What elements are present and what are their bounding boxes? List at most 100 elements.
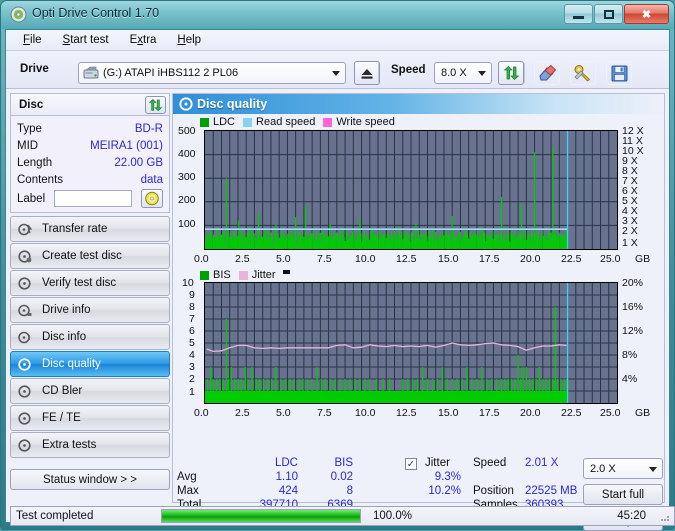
chart-bis-legend: BIS Jitter bbox=[200, 269, 290, 281]
disc-label-input[interactable] bbox=[54, 190, 133, 207]
disc-value-contents: data bbox=[140, 173, 163, 186]
ytick-ldc-200: 200 bbox=[178, 194, 196, 206]
menu-file[interactable]: FFileile bbox=[14, 32, 51, 48]
ytick-bis-4: 4 bbox=[189, 349, 195, 361]
progress-fill bbox=[162, 510, 360, 522]
extra-tests-icon bbox=[18, 438, 38, 452]
sidebar-item-transfer-rate[interactable]: Transfer rate bbox=[10, 216, 170, 242]
tools-button[interactable] bbox=[570, 61, 596, 85]
disc-verify-icon bbox=[18, 276, 38, 290]
status-window-button[interactable]: Status window > > bbox=[10, 469, 170, 490]
sidebar-label: FE / TE bbox=[42, 412, 81, 424]
disc-label-button[interactable] bbox=[140, 189, 163, 208]
stats-bis-max: 8 bbox=[346, 485, 353, 497]
xunit-ldc: GB bbox=[635, 253, 651, 265]
left-panel: Disc Type BD-R MID MEIRA1 (001) Length 2… bbox=[10, 93, 170, 503]
drive-select[interactable]: (G:) ATAPI iHBS112 2 PL06 bbox=[78, 62, 346, 84]
drive-info-icon bbox=[18, 304, 38, 317]
disc-key-label: Label bbox=[17, 192, 46, 205]
status-percent: 100.0% bbox=[373, 510, 413, 522]
disc-row-length: Length 22.00 GB bbox=[17, 154, 163, 171]
stats-col-ldc: LDC bbox=[274, 457, 298, 469]
legend-label-read-speed: Read speed bbox=[256, 116, 316, 128]
legend-swatch-read-speed bbox=[243, 117, 253, 127]
ytick-bis-5: 5 bbox=[189, 337, 195, 349]
sidebar-item-verify-test-disc[interactable]: Verify test disc bbox=[10, 270, 170, 296]
menu-start-test[interactable]: Start test bbox=[54, 32, 118, 48]
sidebar-nav: Transfer rate Create test disc Verify te… bbox=[10, 216, 170, 458]
save-button[interactable] bbox=[606, 61, 632, 85]
xtick-bis-9: 22.5 bbox=[561, 407, 582, 419]
stats-ldc-avg: 1.10 bbox=[275, 471, 298, 483]
status-message: Test completed bbox=[16, 510, 94, 522]
legend-label-write-speed: Write speed bbox=[336, 116, 395, 128]
disc-quality-icon bbox=[18, 357, 38, 371]
xtick-ldc-0: 0.0 bbox=[194, 253, 209, 265]
resize-grip[interactable] bbox=[659, 511, 671, 523]
menu-extra[interactable]: Extra bbox=[121, 32, 166, 48]
legend-swatch-bis bbox=[200, 270, 209, 280]
jitter-checkbox[interactable]: ✓ bbox=[405, 458, 417, 470]
sidebar-item-drive-info[interactable]: Drive info bbox=[10, 297, 170, 323]
sidebar-item-create-test-disc[interactable]: Create test disc bbox=[10, 243, 170, 269]
xunit-bis: GB bbox=[635, 407, 651, 419]
stats-speed-value: 2.01 X bbox=[525, 457, 559, 469]
xtick-ldc-9: 22.5 bbox=[561, 253, 582, 265]
client-area: FFileile Start test Extra Help Drive (G:… bbox=[5, 29, 675, 531]
sidebar-item-cd-bler[interactable]: CD Bler bbox=[10, 378, 170, 404]
jitter-check-glyph: ✓ bbox=[406, 458, 416, 470]
xtick-ldc-8: 20.0 bbox=[520, 253, 541, 265]
chart-ldc-legend: LDC Read speed Write speed bbox=[200, 116, 395, 128]
start-full-button[interactable]: Start full bbox=[583, 484, 663, 505]
chevron-down-icon bbox=[332, 71, 340, 76]
chart-bis-plot bbox=[204, 282, 618, 404]
refresh-button[interactable] bbox=[498, 61, 524, 85]
stats-row-avg: Avg bbox=[177, 471, 197, 483]
disc-create-icon bbox=[18, 249, 38, 263]
xtick-bis-1: 2.5 bbox=[235, 407, 250, 419]
test-speed-value: 2.0 X bbox=[590, 462, 616, 475]
close-button[interactable]: ✖ bbox=[624, 4, 669, 24]
sidebar-label: CD Bler bbox=[42, 385, 83, 397]
xtick-bis-0: 0.0 bbox=[194, 407, 209, 419]
stats-ldc-max: 424 bbox=[278, 485, 298, 497]
y2tick-ldc-2x: 2 X bbox=[622, 225, 638, 237]
ytick-ldc-100: 100 bbox=[178, 218, 196, 230]
eject-button[interactable] bbox=[354, 61, 380, 85]
sidebar-item-extra-tests[interactable]: Extra tests bbox=[10, 432, 170, 458]
test-speed-select[interactable]: 2.0 X bbox=[583, 458, 663, 479]
y2tick-bis-8: 8% bbox=[622, 349, 638, 361]
disc-value-length: 22.00 GB bbox=[114, 156, 163, 169]
disc-info-panel: Type BD-R MID MEIRA1 (001) Length 22.00 … bbox=[10, 115, 170, 213]
window-title: Opti Drive Control 1.70 bbox=[32, 6, 160, 20]
legend-label-ldc: LDC bbox=[213, 116, 236, 128]
disc-rate-icon bbox=[18, 223, 38, 236]
legend-swatch-write-speed bbox=[323, 117, 333, 127]
fe-te-icon bbox=[18, 411, 38, 425]
xtick-ldc-5: 12.5 bbox=[396, 253, 417, 265]
maximize-button[interactable] bbox=[594, 4, 623, 24]
chevron-down-icon bbox=[478, 71, 486, 76]
speed-select[interactable]: 8.0 X bbox=[434, 62, 492, 84]
stats-position-label: Position bbox=[473, 485, 514, 497]
ytick-bis-8: 8 bbox=[189, 301, 195, 313]
ytick-ldc-300: 300 bbox=[178, 171, 196, 183]
toolbar: Drive (G:) ATAPI iHBS112 2 PL06 Speed 8.… bbox=[6, 51, 669, 89]
disc-refresh-button[interactable] bbox=[145, 96, 166, 114]
ytick-bis-1: 1 bbox=[189, 386, 195, 398]
eraser-button[interactable] bbox=[534, 61, 560, 85]
disc-quality-icon bbox=[179, 97, 194, 114]
drive-icon bbox=[83, 66, 99, 80]
sidebar-item-disc-quality[interactable]: Disc quality bbox=[10, 351, 170, 377]
sidebar-label: Create test disc bbox=[42, 250, 122, 262]
sidebar-item-disc-info[interactable]: Disc info bbox=[10, 324, 170, 350]
xtick-ldc-4: 10.0 bbox=[355, 253, 376, 265]
sidebar-item-fe-te[interactable]: FE / TE bbox=[10, 405, 170, 431]
xtick-ldc-1: 2.5 bbox=[235, 253, 250, 265]
disc-panel-header: Disc bbox=[10, 93, 170, 115]
stats-bis-avg: 0.02 bbox=[330, 471, 353, 483]
menu-help[interactable]: Help bbox=[168, 32, 210, 48]
xtick-bis-4: 10.0 bbox=[355, 407, 376, 419]
disc-row-label: Label bbox=[17, 189, 163, 208]
minimize-button[interactable] bbox=[564, 4, 593, 24]
